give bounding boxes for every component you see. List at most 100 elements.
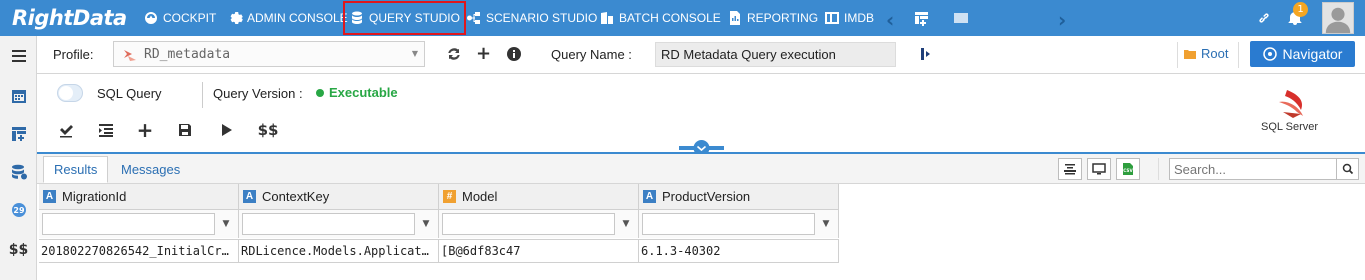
gear-icon [230,12,243,24]
search-input[interactable] [1174,161,1334,177]
play-icon [222,124,232,136]
table-cell[interactable]: [B@6df83c47 [439,239,639,263]
chevron-down-icon[interactable]: ▼ [217,213,235,235]
info-button[interactable] [506,46,522,65]
table-cell[interactable]: 201802270826542_InitialCr... [39,239,239,263]
folder-icon [1184,49,1196,59]
refresh-button[interactable] [446,46,462,65]
query-status-text: Executable [329,85,398,100]
search-icon [1342,163,1353,175]
run-button[interactable] [215,120,237,140]
app-logo[interactable]: RightData [12,6,127,30]
table-add-sidebar-icon[interactable] [0,116,37,152]
sql-query-label: SQL Query [97,86,162,101]
database-sidebar-icon[interactable] [0,154,37,190]
add-query-button[interactable]: + [134,118,156,142]
calendar-icon[interactable] [0,78,37,114]
link-icon-button[interactable] [1256,0,1272,36]
refresh-icon [448,48,460,60]
divider [1238,42,1239,68]
nav-extra-table[interactable] [914,0,930,36]
flow-icon [467,12,480,24]
tab-results[interactable]: Results [43,156,109,183]
results-toolbar [37,154,1365,184]
top-navigation-bar: RightData COCKPIT ADMIN CONSOLE QUERY ST… [0,0,1365,36]
profile-connector-icon [124,50,136,61]
filter-input-contextkey[interactable] [242,213,415,235]
svg-text:29: 29 [13,206,25,215]
profile-select[interactable]: RD_metadata ▼ [113,41,425,67]
column-filter: ▼ [239,210,439,238]
nav-batch-console[interactable]: BATCH CONSOLE [599,0,721,36]
nav-admin-console[interactable]: ADMIN CONSOLE [227,0,348,36]
type-badge: A [243,190,256,203]
query-name-field[interactable]: RD Metadata Query execution [655,42,896,67]
column-header-migrationid[interactable]: A MigrationId [39,184,239,210]
format-button[interactable] [95,120,117,140]
nav-query-studio[interactable]: QUERY STUDIO [343,1,466,35]
search-box [1169,158,1359,180]
sidebar-dollar-button[interactable]: $$ [0,232,37,268]
nav-cockpit[interactable]: COCKPIT [143,0,216,36]
hamburger-menu-icon[interactable] [0,38,37,74]
link-icon [1259,13,1269,23]
transfer-icon [954,13,968,23]
csv-file-icon: CSV [1123,163,1133,175]
building-icon [601,12,613,24]
nav-scroll-left-icon[interactable]: ‹ [886,8,894,32]
chevron-down-icon[interactable]: ▼ [617,213,635,235]
svg-text:CSV: CSV [1123,168,1133,173]
compass-icon [1262,47,1277,61]
query-version-label: Query Version : [213,86,303,101]
panel-toggle-icon [921,48,930,60]
gauge-icon [145,12,157,24]
tab-messages[interactable]: Messages [111,156,190,183]
column-filter: ▼ [439,210,639,238]
align-icon [1064,164,1076,175]
column-header-contextkey[interactable]: A ContextKey [239,184,439,210]
sql-server-label: SQL Server [1261,121,1319,133]
table-cell[interactable]: RDLicence.Models.Applicati... [239,239,439,263]
nav-extra-transfer[interactable] [953,0,969,36]
display-button[interactable] [1087,158,1111,180]
nav-imdb[interactable]: IMDB [824,0,874,36]
report-icon [730,11,740,25]
column-header-label: MigrationId [62,189,127,204]
info-icon [507,47,521,61]
nav-scenario-studio[interactable]: SCENARIO STUDIO [466,0,597,36]
chevron-down-icon[interactable]: ▼ [817,213,835,235]
navigator-button[interactable]: Navigator [1250,41,1355,67]
filter-input-model[interactable] [442,213,615,235]
column-header-model[interactable]: # Model [439,184,639,210]
validate-button[interactable] [55,120,77,140]
column-header-label: ProductVersion [662,189,751,204]
table-cell[interactable]: 6.1.3-40302 [639,239,839,263]
add-profile-button[interactable]: + [476,43,491,64]
user-avatar[interactable] [1322,2,1354,34]
status-dot [316,89,324,97]
column-filter: ▼ [39,210,239,238]
sql-query-toggle[interactable] [57,84,83,102]
column-header-label: ContextKey [262,189,330,204]
nav-admin-console-label: ADMIN CONSOLE [247,11,348,25]
navigator-label: Navigator [1282,46,1343,62]
nav-reporting-label: REPORTING [747,11,819,25]
column-header-productversion[interactable]: A ProductVersion [639,184,839,210]
query-name-label: Query Name : [551,47,632,62]
chevron-down-icon[interactable]: ▼ [417,213,435,235]
analytics-sidebar-icon[interactable]: 29 [0,192,37,228]
search-button[interactable] [1336,159,1358,179]
filter-input-productversion[interactable] [642,213,815,235]
profile-label: Profile: [53,47,94,62]
nav-reporting[interactable]: REPORTING [727,0,818,36]
parameters-button[interactable]: $$ [255,120,281,140]
save-button[interactable] [174,120,196,140]
export-csv-button[interactable]: CSV [1116,158,1140,180]
nav-query-studio-label: QUERY STUDIO [369,11,460,25]
root-link[interactable]: Root [1184,46,1228,61]
query-options-button[interactable] [918,46,934,65]
filter-input-migrationid[interactable] [42,213,215,235]
user-silhouette-icon [1325,7,1351,33]
align-button[interactable] [1058,158,1082,180]
nav-scroll-right-icon[interactable]: › [1058,8,1066,32]
